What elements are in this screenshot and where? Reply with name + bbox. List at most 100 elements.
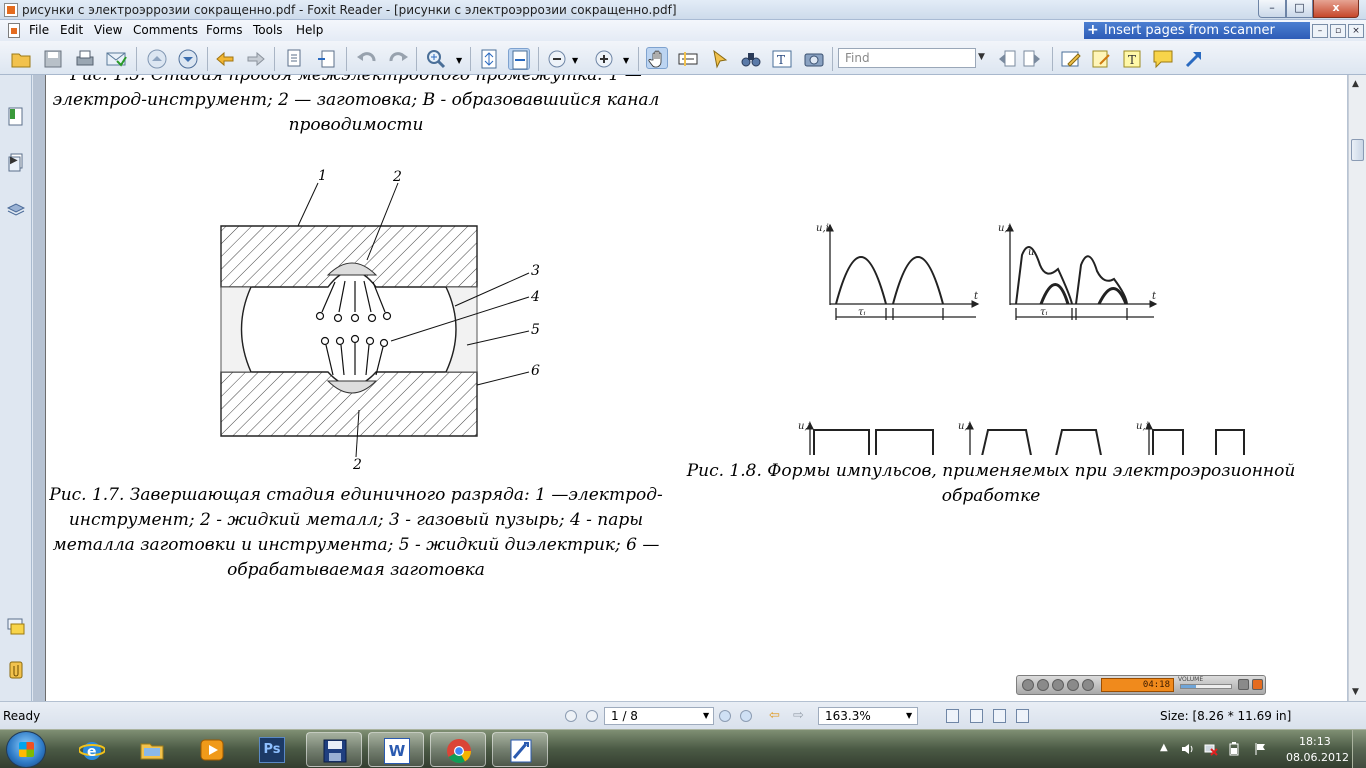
previous-track-icon[interactable]	[1067, 679, 1079, 691]
taskbar-explorer[interactable]	[124, 732, 180, 767]
insert-pages-banner[interactable]: + Insert pages from scanner	[1084, 22, 1310, 39]
flag-icon[interactable]	[1254, 742, 1268, 756]
collapse-panel-icon[interactable]: ▶	[10, 155, 18, 166]
redo-icon[interactable]	[387, 48, 409, 70]
fit-width-icon[interactable]	[508, 48, 530, 70]
taskbar-chrome[interactable]	[430, 732, 486, 767]
next-track-icon[interactable]	[1082, 679, 1094, 691]
facing-view-icon[interactable]	[993, 709, 1006, 723]
find-dropdown-arrow[interactable]: ▼	[978, 52, 985, 62]
single-page-view-icon[interactable]	[946, 709, 959, 723]
email-icon[interactable]	[105, 48, 127, 70]
undo-icon[interactable]	[356, 48, 378, 70]
zoom-in-icon[interactable]	[593, 48, 615, 70]
save-icon[interactable]	[42, 48, 64, 70]
foxit-app-icon[interactable]	[4, 3, 18, 17]
extract-page-icon[interactable]	[284, 48, 306, 70]
doc-minimize-button[interactable]: –	[1312, 24, 1328, 38]
typewriter-icon[interactable]: T	[771, 48, 793, 70]
select-text-icon[interactable]	[677, 48, 699, 70]
menu-comments[interactable]: Comments	[133, 23, 198, 37]
page-dropdown-arrow[interactable]: ▼	[703, 711, 709, 720]
taskbar-foxit-reader[interactable]	[492, 732, 548, 767]
zoom-dropdown-arrow[interactable]: ▼	[456, 56, 462, 65]
comments-panel-icon[interactable]	[7, 617, 25, 637]
hand-tool-icon[interactable]	[646, 47, 668, 69]
vertical-scrollbar[interactable]: ▲ ▼	[1348, 75, 1366, 701]
find-binoculars-icon[interactable]	[740, 48, 762, 70]
network-icon[interactable]	[1204, 742, 1218, 756]
taskbar-save-disk[interactable]	[306, 732, 362, 767]
previous-result-icon[interactable]	[996, 48, 1018, 70]
show-desktop-button[interactable]	[1352, 730, 1366, 768]
page-number-field[interactable]: 1 / 8	[604, 707, 714, 725]
player-minimize-icon[interactable]	[1238, 679, 1249, 690]
zoom-out-dropdown[interactable]: ▼	[572, 56, 578, 65]
layers-icon[interactable]	[6, 198, 26, 218]
volume-icon[interactable]	[1181, 742, 1195, 756]
insert-page-icon[interactable]	[316, 48, 338, 70]
menu-help[interactable]: Help	[296, 23, 323, 37]
zoom-icon[interactable]	[425, 48, 447, 70]
taskbar-word[interactable]: W	[368, 732, 424, 767]
play-icon[interactable]	[1022, 679, 1034, 691]
previous-page-icon[interactable]	[586, 710, 598, 722]
attachments-icon[interactable]	[7, 660, 25, 680]
continuous-view-icon[interactable]	[970, 709, 983, 723]
minimize-button[interactable]: –	[1258, 0, 1286, 18]
forward-icon[interactable]	[245, 48, 267, 70]
stop-icon[interactable]	[1052, 679, 1064, 691]
go-back-icon[interactable]: ⇦	[769, 708, 780, 723]
snapshot-icon[interactable]	[803, 48, 825, 70]
fit-page-icon[interactable]	[478, 48, 500, 70]
arrow-icon[interactable]	[1183, 48, 1205, 70]
taskbar-photoshop[interactable]: Ps	[244, 732, 300, 767]
zoom-in-dropdown[interactable]: ▼	[623, 56, 629, 65]
pencil-icon[interactable]	[1060, 48, 1082, 70]
menu-file[interactable]: File	[29, 23, 49, 37]
last-page-icon[interactable]	[740, 710, 752, 722]
continuous-facing-view-icon[interactable]	[1016, 709, 1029, 723]
page-up-icon[interactable]	[146, 48, 168, 70]
volume-slider[interactable]	[1180, 684, 1232, 689]
menu-view[interactable]: View	[94, 23, 122, 37]
show-hidden-icons[interactable]: ▲	[1160, 742, 1174, 756]
zoom-dropdown-icon[interactable]: ▼	[906, 711, 912, 720]
menu-forms[interactable]: Forms	[206, 23, 242, 37]
note-icon[interactable]	[1090, 48, 1112, 70]
pause-icon[interactable]	[1037, 679, 1049, 691]
open-icon[interactable]	[10, 48, 32, 70]
print-icon[interactable]	[74, 48, 96, 70]
doc-close-button[interactable]: ×	[1348, 24, 1364, 38]
start-button[interactable]	[6, 731, 46, 768]
taskbar-media-player[interactable]	[184, 732, 240, 767]
player-close-icon[interactable]	[1252, 679, 1263, 690]
first-page-icon[interactable]	[565, 710, 577, 722]
close-button[interactable]: x	[1313, 0, 1359, 18]
back-icon[interactable]	[214, 48, 236, 70]
doc-restore-button[interactable]: ▫	[1330, 24, 1346, 38]
zoom-level-field[interactable]: 163.3%	[818, 707, 918, 725]
clock-date[interactable]: 08.06.2012	[1286, 751, 1349, 764]
menu-tools[interactable]: Tools	[253, 23, 283, 37]
maximize-button[interactable]: □	[1286, 0, 1313, 18]
next-page-icon[interactable]	[719, 710, 731, 722]
document-area[interactable]: Рис. 1.5. Стадия пробоя межэлектродного …	[33, 75, 1348, 701]
comment-icon[interactable]	[1152, 48, 1174, 70]
select-icon[interactable]	[709, 48, 731, 70]
menu-edit[interactable]: Edit	[60, 23, 83, 37]
go-forward-icon[interactable]: ⇨	[793, 708, 804, 723]
scroll-down-icon[interactable]: ▼	[1352, 687, 1359, 697]
document-icon[interactable]	[8, 23, 20, 38]
scrollbar-thumb[interactable]	[1351, 139, 1364, 161]
clock-time[interactable]: 18:13	[1299, 735, 1331, 748]
zoom-out-icon[interactable]	[546, 48, 568, 70]
power-icon[interactable]	[1228, 742, 1242, 756]
scroll-up-icon[interactable]: ▲	[1352, 79, 1359, 89]
bookmarks-icon[interactable]	[7, 107, 25, 127]
find-input[interactable]: Find	[838, 48, 976, 68]
text-box-icon[interactable]: T	[1121, 48, 1143, 70]
next-result-icon[interactable]	[1021, 48, 1043, 70]
taskbar-internet-explorer[interactable]: e	[64, 732, 120, 767]
page-down-icon[interactable]	[177, 48, 199, 70]
